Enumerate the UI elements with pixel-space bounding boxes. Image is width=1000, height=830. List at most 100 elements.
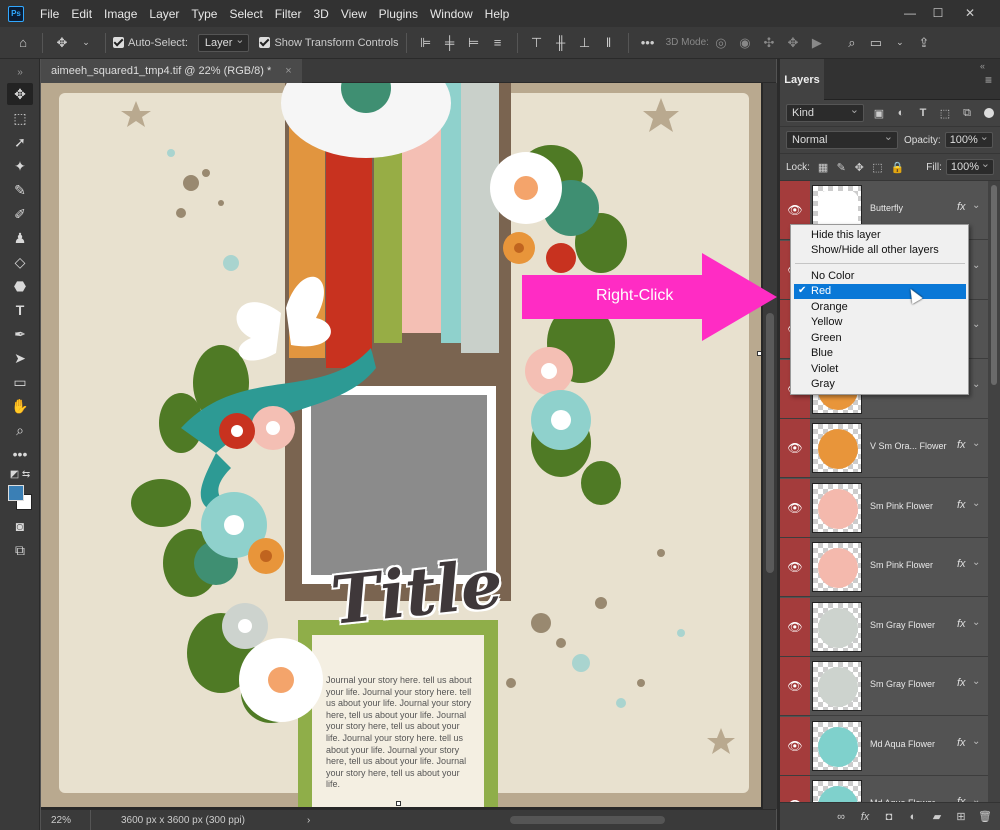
- opacity-field[interactable]: 100%: [944, 130, 993, 148]
- collapse-panels-icon[interactable]: «: [980, 61, 985, 71]
- screen-mode-icon[interactable]: ⧉: [7, 539, 33, 561]
- share-icon[interactable]: ⇪: [915, 34, 933, 52]
- layer-name[interactable]: Butterfly: [870, 203, 960, 213]
- color-option-no-color[interactable]: No Color: [794, 268, 966, 283]
- scrollbar-thumb[interactable]: [766, 313, 774, 573]
- horizontal-scrollbar[interactable]: [510, 816, 666, 824]
- align-bottom-icon[interactable]: ⊥: [576, 34, 594, 52]
- delete-layer-icon[interactable]: 🗑: [976, 809, 994, 825]
- eyedropper-tool-icon[interactable]: ✎: [7, 179, 33, 201]
- align-top-icon[interactable]: ⊤: [528, 34, 546, 52]
- filter-toggle[interactable]: [984, 108, 994, 118]
- expand-effects-chevron-icon[interactable]: ⌄: [972, 795, 980, 802]
- menu-window[interactable]: Window: [424, 7, 479, 21]
- default-colors-icon[interactable]: ◩ ⇆: [7, 463, 33, 485]
- layer-name[interactable]: Sm Pink Flower: [870, 560, 960, 570]
- layer-name[interactable]: Md Aqua Flower: [870, 739, 960, 749]
- layer-effects-icon[interactable]: fx: [957, 677, 966, 689]
- layer-name[interactable]: Sm Gray Flower: [870, 620, 960, 630]
- color-option-violet[interactable]: Violet: [794, 361, 966, 376]
- layer-effects-icon[interactable]: fx: [957, 439, 966, 451]
- auto-select-dropdown[interactable]: Layer: [197, 33, 250, 52]
- link-layers-icon[interactable]: ∞: [832, 809, 850, 825]
- expand-effects-chevron-icon[interactable]: ⌄: [972, 736, 980, 747]
- lock-artboard-icon[interactable]: ⬚: [872, 160, 882, 174]
- expand-effects-chevron-icon[interactable]: ⌄: [972, 617, 980, 628]
- hide-this-layer-item[interactable]: Hide this layer: [794, 227, 966, 242]
- expand-effects-chevron-icon[interactable]: ⌄: [972, 260, 980, 271]
- transform-handle[interactable]: [757, 351, 761, 356]
- visibility-eye-icon[interactable]: 👁: [780, 716, 810, 775]
- expand-effects-chevron-icon[interactable]: ⌄: [972, 498, 980, 509]
- expand-effects-chevron-icon[interactable]: ⌄: [972, 557, 980, 568]
- align-middle-icon[interactable]: ╫: [552, 34, 570, 52]
- close-tab-icon[interactable]: ×: [285, 65, 291, 77]
- foreground-color-swatch[interactable]: [8, 485, 24, 501]
- workspace-icon[interactable]: ▭: [867, 34, 885, 52]
- move-tool-icon[interactable]: ✥: [53, 34, 71, 52]
- maximize-button[interactable]: ☐: [928, 4, 948, 22]
- visibility-eye-icon[interactable]: 👁: [780, 597, 810, 656]
- menu-view[interactable]: View: [335, 7, 373, 21]
- align-right-icon[interactable]: ⊨: [465, 34, 483, 52]
- layer-row[interactable]: 👁 Sm Pink Flower fx ⌄: [780, 538, 988, 597]
- align-left-icon[interactable]: ⊫: [417, 34, 435, 52]
- layers-scrollbar[interactable]: [988, 181, 1000, 802]
- lasso-tool-icon[interactable]: ➚: [7, 131, 33, 153]
- zoom-level[interactable]: 22%: [41, 810, 91, 830]
- filter-type-icon[interactable]: T: [916, 106, 930, 120]
- show-hide-other-layers-item[interactable]: Show/Hide all other layers: [794, 242, 966, 257]
- expand-effects-chevron-icon[interactable]: ⌄: [972, 200, 980, 211]
- menu-select[interactable]: Select: [223, 7, 268, 21]
- distribute-icon[interactable]: ≡: [489, 34, 507, 52]
- menu-type[interactable]: Type: [185, 7, 223, 21]
- menu-plugins[interactable]: Plugins: [373, 7, 424, 21]
- layer-row[interactable]: 👁Md Aqua Flowerfx⌄: [780, 776, 988, 802]
- color-option-yellow[interactable]: Yellow: [794, 315, 966, 330]
- expand-effects-chevron-icon[interactable]: ⌄: [972, 379, 980, 390]
- search-icon[interactable]: ⌕: [843, 34, 861, 52]
- path-selection-tool-icon[interactable]: ➤: [7, 347, 33, 369]
- menu-edit[interactable]: Edit: [65, 7, 98, 21]
- canvas-area[interactable]: Title Journal your story here. tell us a…: [41, 83, 763, 809]
- layer-name[interactable]: Sm Pink Flower: [870, 501, 960, 511]
- visibility-eye-icon[interactable]: 👁: [780, 419, 810, 477]
- visibility-eye-icon[interactable]: 👁: [780, 657, 810, 715]
- document-tab[interactable]: aimeeh_squared1_tmp4.tif @ 22% (RGB/8) *…: [41, 59, 302, 83]
- layer-effects-icon[interactable]: fx: [957, 201, 966, 213]
- add-layer-style-icon[interactable]: fx: [856, 809, 874, 825]
- document-canvas[interactable]: Title Journal your story here. tell us a…: [41, 83, 761, 807]
- tool-preset-chevron-icon[interactable]: ⌄: [77, 34, 95, 52]
- visibility-eye-icon[interactable]: 👁: [780, 538, 810, 596]
- quick-mask-icon[interactable]: ◙: [7, 515, 33, 537]
- magic-wand-tool-icon[interactable]: ✦: [7, 155, 33, 177]
- filter-shape-icon[interactable]: ⬚: [938, 106, 952, 120]
- hand-tool-icon[interactable]: ✋: [7, 395, 33, 417]
- filter-kind-dropdown[interactable]: Kind: [786, 103, 864, 122]
- layer-effects-icon[interactable]: fx: [957, 499, 966, 511]
- menu-file[interactable]: File: [34, 7, 65, 21]
- rectangle-tool-icon[interactable]: ▭: [7, 371, 33, 393]
- workspace-chevron-icon[interactable]: ⌄: [891, 34, 909, 52]
- brush-tool-icon[interactable]: ✐: [7, 203, 33, 225]
- color-option-red[interactable]: ✔ Red: [794, 283, 966, 299]
- panel-menu-icon[interactable]: ≡: [985, 73, 992, 87]
- menu-help[interactable]: Help: [479, 7, 516, 21]
- lock-position-icon[interactable]: ✥: [854, 160, 864, 174]
- layer-row[interactable]: 👁Md Aqua Flowerfx⌄: [780, 716, 988, 776]
- add-mask-icon[interactable]: ◘: [880, 809, 898, 825]
- minimize-button[interactable]: —: [900, 4, 920, 22]
- lock-pixels-icon[interactable]: ✎: [836, 160, 846, 174]
- color-option-gray[interactable]: Gray: [794, 377, 966, 392]
- visibility-eye-icon[interactable]: 👁: [780, 478, 810, 537]
- eraser-tool-icon[interactable]: ◇: [7, 251, 33, 273]
- expand-effects-chevron-icon[interactable]: ⌄: [972, 676, 980, 687]
- pen-tool-icon[interactable]: ✒: [7, 323, 33, 345]
- layer-row[interactable]: 👁 Sm Pink Flower fx ⌄: [780, 478, 988, 538]
- layer-effects-icon[interactable]: fx: [957, 618, 966, 630]
- collapse-toolbar-icon[interactable]: »: [7, 61, 33, 83]
- layer-row[interactable]: 👁 Sm Gray Flower fx ⌄: [780, 657, 988, 716]
- expand-effects-chevron-icon[interactable]: ⌄: [972, 319, 980, 330]
- type-tool-icon[interactable]: T: [7, 299, 33, 321]
- layer-row[interactable]: 👁 V Sm Ora... Flower fx ⌄: [780, 419, 988, 478]
